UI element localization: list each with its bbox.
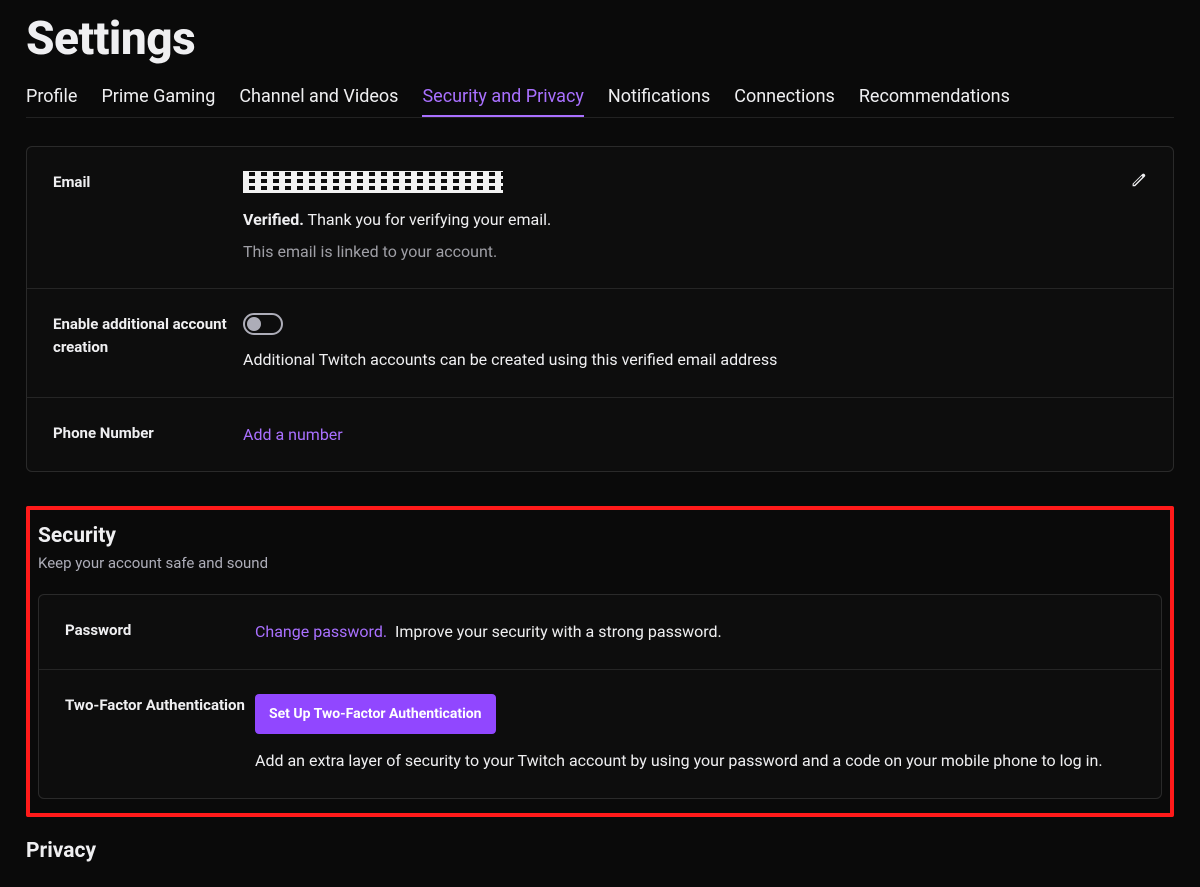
- enable-additional-toggle[interactable]: [243, 313, 283, 335]
- email-label: Email: [53, 171, 243, 264]
- email-verified-prefix: Verified.: [243, 210, 304, 229]
- add-phone-link[interactable]: Add a number: [243, 425, 343, 444]
- tab-prime-gaming[interactable]: Prime Gaming: [101, 86, 215, 117]
- tab-recommendations[interactable]: Recommendations: [859, 86, 1010, 117]
- password-description: Improve your security with a strong pass…: [395, 622, 722, 641]
- email-value-redacted: [243, 171, 503, 193]
- tab-connections[interactable]: Connections: [734, 86, 835, 117]
- tab-profile[interactable]: Profile: [26, 86, 77, 117]
- tab-channel-videos[interactable]: Channel and Videos: [239, 86, 398, 117]
- row-two-factor: Two-Factor Authentication Set Up Two-Fac…: [39, 670, 1161, 798]
- settings-tabs: Profile Prime Gaming Channel and Videos …: [26, 86, 1174, 118]
- two-factor-description: Add an extra layer of security to your T…: [255, 748, 1135, 774]
- pencil-icon[interactable]: [1129, 171, 1147, 189]
- row-enable-additional: Enable additional account creation Addit…: [27, 289, 1173, 398]
- security-title: Security: [38, 524, 1162, 548]
- tab-security-privacy[interactable]: Security and Privacy: [422, 86, 583, 117]
- row-email: Email Verified. Thank you for verifying …: [27, 147, 1173, 289]
- toggle-knob: [247, 317, 261, 331]
- security-card: Password Change password. Improve your s…: [38, 594, 1162, 799]
- privacy-title: Privacy: [26, 839, 1174, 863]
- security-subtitle: Keep your account safe and sound: [38, 554, 1162, 572]
- enable-additional-description: Additional Twitch accounts can be create…: [243, 347, 1147, 373]
- row-password: Password Change password. Improve your s…: [39, 595, 1161, 670]
- password-label: Password: [65, 619, 255, 645]
- row-phone: Phone Number Add a number: [27, 398, 1173, 472]
- phone-label: Phone Number: [53, 422, 243, 448]
- change-password-link[interactable]: Change password.: [255, 622, 387, 641]
- setup-2fa-button[interactable]: Set Up Two-Factor Authentication: [255, 694, 496, 734]
- tab-notifications[interactable]: Notifications: [608, 86, 710, 117]
- email-verified-text: Thank you for verifying your email.: [308, 210, 552, 229]
- contact-card: Email Verified. Thank you for verifying …: [26, 146, 1174, 472]
- page-title: Settings: [26, 12, 1174, 66]
- email-linked-text: This email is linked to your account.: [243, 239, 1147, 265]
- enable-additional-label: Enable additional account creation: [53, 313, 243, 373]
- two-factor-label: Two-Factor Authentication: [65, 694, 255, 774]
- security-section-highlight: Security Keep your account safe and soun…: [26, 506, 1174, 817]
